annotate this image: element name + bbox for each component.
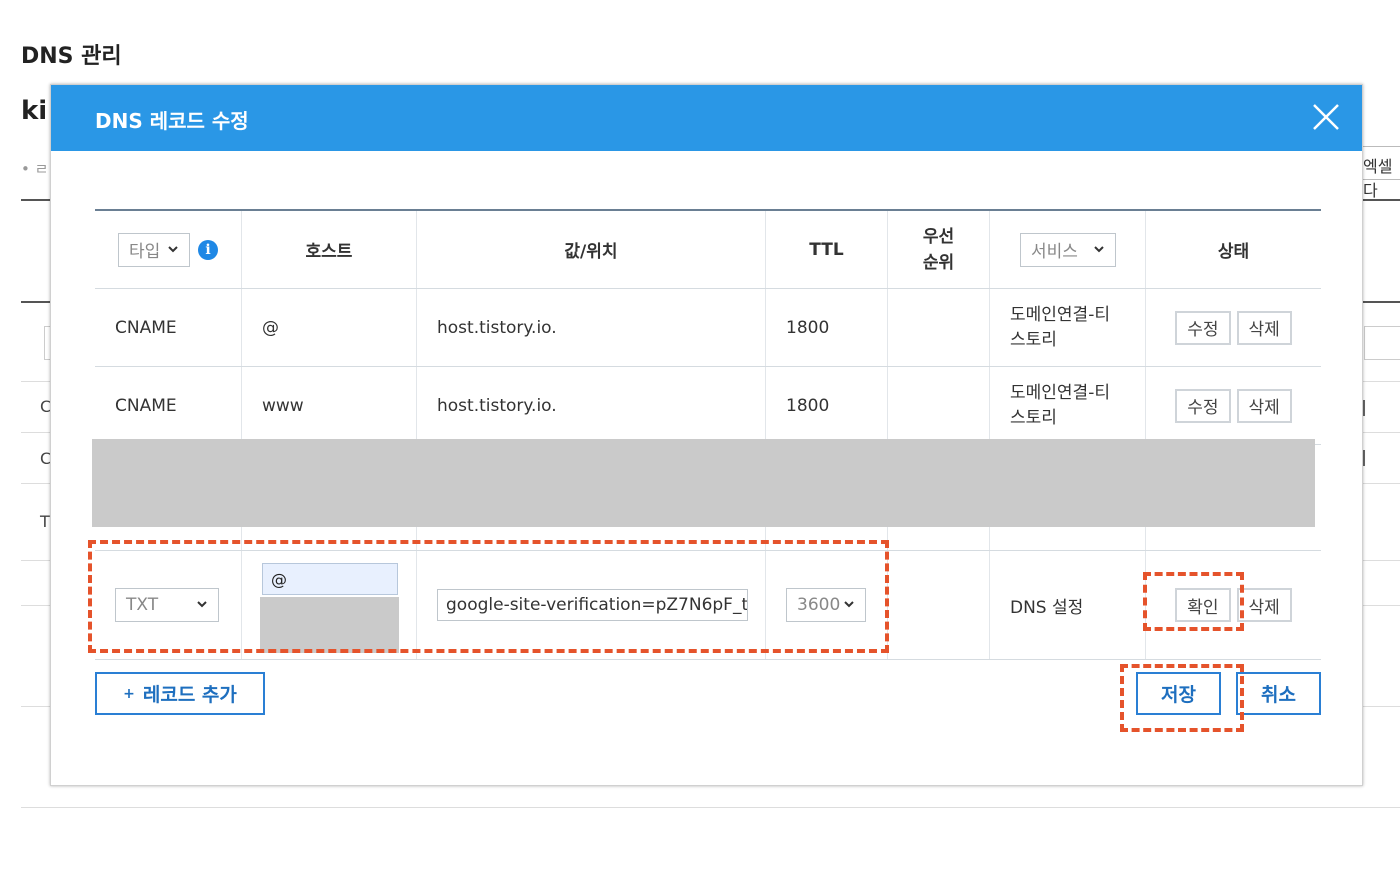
type-filter-label: 타입 bbox=[129, 242, 161, 262]
dns-record-edit-modal: DNS 레코드 수정 타입 i 호스트 값/위치 TTL 우선 순위 서비스 상… bbox=[50, 84, 1363, 786]
confirm-button[interactable]: 확인 bbox=[1175, 588, 1231, 622]
header-status: 상태 bbox=[1217, 242, 1250, 262]
type-filter-select[interactable]: 타입 bbox=[118, 232, 190, 267]
cell-type: CNAME bbox=[95, 289, 242, 366]
add-record-label: 레코드 추가 bbox=[142, 684, 237, 706]
page-title: DNS 관리 bbox=[21, 44, 122, 69]
ttl-select[interactable]: 3600 bbox=[786, 588, 866, 622]
cell-ttl: 3600 bbox=[766, 551, 888, 659]
chevron-down-icon bbox=[168, 245, 178, 252]
delete-button[interactable]: 삭제 bbox=[1236, 388, 1292, 423]
cancel-button[interactable]: 취소 bbox=[1236, 672, 1321, 715]
cell-host: @ bbox=[242, 289, 417, 366]
chevron-down-icon bbox=[197, 601, 207, 608]
service-filter-label: 서비스 bbox=[1031, 242, 1078, 262]
service-text: 도메인연결-티 스토리 bbox=[1010, 303, 1110, 353]
domain-name: ki bbox=[21, 96, 48, 126]
header-type: 타입 i bbox=[95, 211, 242, 288]
table-row: CNAME www host.tistory.io. 1800 도메인연결-티 … bbox=[95, 367, 1321, 445]
cell-type: TXT bbox=[95, 551, 242, 659]
plus-icon: + bbox=[123, 685, 135, 702]
type-select-value: TXT bbox=[126, 595, 159, 615]
bg-row-divider-mark bbox=[1363, 450, 1365, 466]
table-header-row: 타입 i 호스트 값/위치 TTL 우선 순위 서비스 상태 bbox=[95, 211, 1321, 289]
service-filter-select[interactable]: 서비스 bbox=[1020, 232, 1116, 267]
bg-input-right bbox=[1364, 326, 1400, 360]
add-record-button[interactable]: + 레코드 추가 bbox=[95, 672, 265, 715]
cell-type: CNAME bbox=[95, 367, 242, 444]
cell-ttl: 1800 bbox=[766, 289, 888, 366]
chevron-down-icon bbox=[1094, 245, 1104, 252]
cell-status: 수정 삭제 bbox=[1146, 289, 1321, 366]
modal-header: DNS 레코드 수정 bbox=[51, 85, 1362, 151]
header-ttl: TTL bbox=[766, 211, 888, 288]
info-icon[interactable]: i bbox=[198, 239, 218, 260]
bg-row-divider-mark bbox=[1363, 400, 1365, 416]
header-priority-line2: 순위 bbox=[922, 252, 955, 273]
dns-record-table: 타입 i 호스트 값/위치 TTL 우선 순위 서비스 상태 CNAME @ h… bbox=[95, 209, 1321, 660]
header-value: 값/위치 bbox=[417, 211, 766, 288]
cell-ttl: 1800 bbox=[766, 367, 888, 444]
delete-button[interactable]: 삭제 bbox=[1236, 588, 1292, 622]
close-icon[interactable] bbox=[1310, 101, 1342, 133]
ttl-select-value: 3600 bbox=[797, 595, 841, 615]
type-select[interactable]: TXT bbox=[115, 588, 219, 622]
header-priority-line1: 우선 bbox=[922, 226, 955, 247]
cell-value: host.tistory.io. bbox=[417, 289, 766, 366]
table-row: CNAME @ host.tistory.io. 1800 도메인연결-티 스토… bbox=[95, 289, 1321, 367]
cell-service: DNS 설정 bbox=[990, 551, 1146, 659]
cell-host: www bbox=[242, 367, 417, 444]
bullet-label: ㄹ bbox=[34, 160, 49, 178]
modal-title: DNS 레코드 수정 bbox=[95, 109, 249, 133]
cell-status: 수정 삭제 bbox=[1146, 367, 1321, 444]
bullet-text: • ㄹ bbox=[21, 160, 49, 178]
service-line1: 도메인연결-티 bbox=[1010, 304, 1110, 325]
edit-button[interactable]: 수정 bbox=[1175, 310, 1231, 345]
service-line1: 도메인연결-티 bbox=[1010, 382, 1110, 403]
cell-service: 도메인연결-티 스토리 bbox=[990, 367, 1146, 444]
value-input[interactable]: google-site-verification=pZ7N6pF_twx bbox=[437, 589, 748, 621]
cell-value: host.tistory.io. bbox=[417, 367, 766, 444]
service-line2: 스토리 bbox=[1010, 407, 1057, 428]
header-priority: 우선 순위 bbox=[888, 211, 990, 288]
delete-button[interactable]: 삭제 bbox=[1236, 310, 1292, 345]
save-button[interactable]: 저장 bbox=[1136, 672, 1221, 715]
cell-priority bbox=[888, 367, 990, 444]
service-text: 도메인연결-티 스토리 bbox=[1010, 381, 1110, 431]
divider bbox=[21, 807, 1400, 808]
redacted-area bbox=[92, 439, 1315, 527]
cell-status: 확인 삭제 bbox=[1146, 551, 1321, 659]
bg-row-letter: T bbox=[40, 512, 50, 531]
cell-value: google-site-verification=pZ7N6pF_twx bbox=[417, 551, 766, 659]
service-line2: 스토리 bbox=[1010, 329, 1057, 350]
host-input[interactable]: @ bbox=[262, 563, 398, 595]
edit-button[interactable]: 수정 bbox=[1175, 388, 1231, 423]
cell-service: 도메인연결-티 스토리 bbox=[990, 289, 1146, 366]
chevron-down-icon bbox=[844, 601, 854, 608]
redacted-area bbox=[260, 597, 399, 653]
header-service: 서비스 bbox=[990, 211, 1146, 288]
header-host: 호스트 bbox=[242, 211, 417, 288]
cell-priority bbox=[888, 289, 990, 366]
cell-priority bbox=[888, 551, 990, 659]
